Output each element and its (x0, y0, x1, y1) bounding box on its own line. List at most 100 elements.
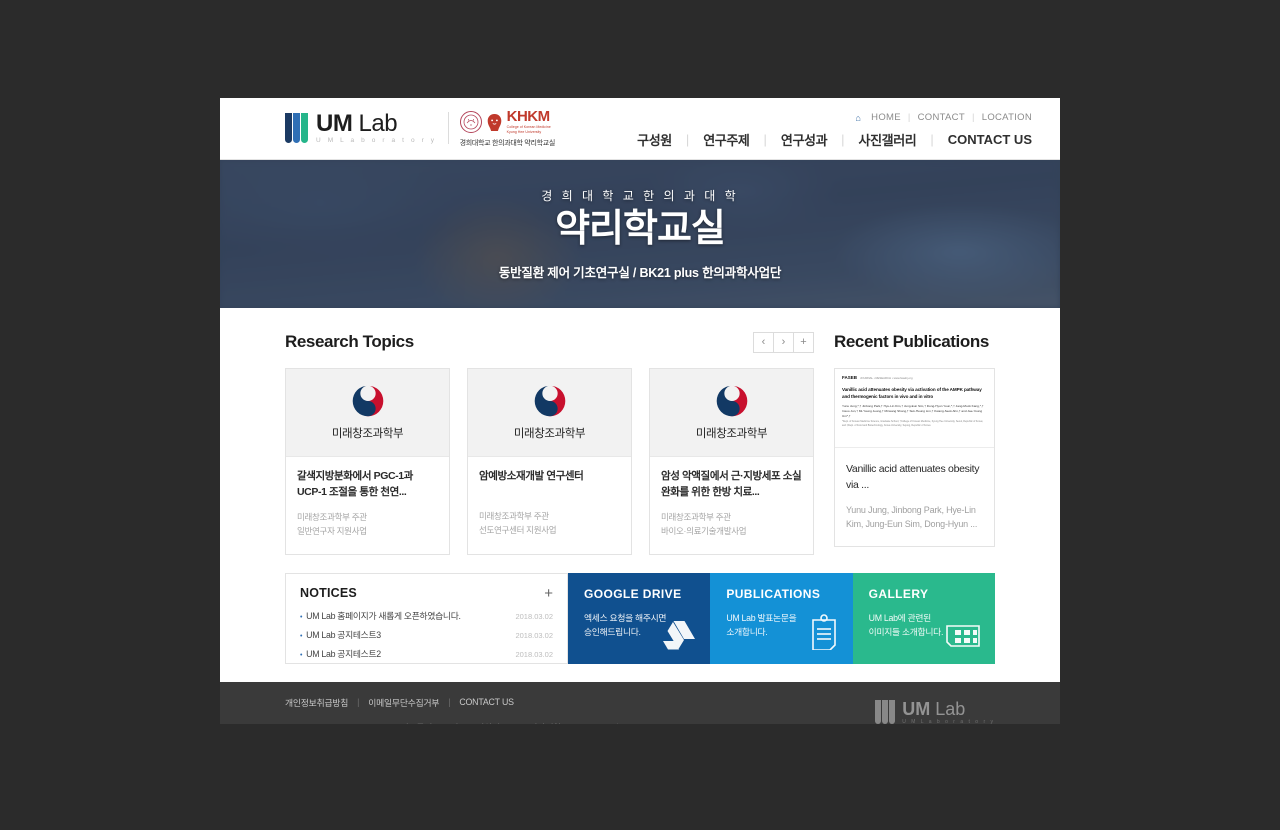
footer-separator: | (448, 697, 451, 708)
bullet-icon: • (300, 613, 303, 621)
notice-text: UM Lab 홈페이지가 새롭게 오픈하였습니다. (306, 610, 461, 621)
topic-title: 암성 악액질에서 근·지방세포 소실 완화를 위한 한방 치료... (661, 470, 802, 498)
panel-title: GALLERY (868, 586, 929, 601)
home-icon: ⌂ (855, 112, 862, 123)
main-content: Research Topics ‹ › + 미래창조과학부 갈색지방분화에서 P… (220, 308, 1060, 555)
notice-text: UM Lab 공지테스트3 (306, 629, 381, 640)
google-drive-icon (663, 620, 696, 650)
carousel-controls: ‹ › + (753, 331, 814, 353)
topic-thumb-label: 미래창조과학부 (695, 428, 768, 440)
nav-item-photo-gallery[interactable]: 사진갤러리 (859, 130, 917, 149)
footer-logo-light: Lab (935, 698, 966, 719)
document-icon (811, 613, 836, 650)
nav-item-contact-us[interactable]: CONTACT US (948, 132, 1032, 147)
hero-banner: 경 희 대 학 교 한 의 과 대 학 약리학교실 동반질환 제어 기초연구실 … (220, 160, 1060, 308)
topic-thumbnail: 미래창조과학부 (286, 369, 449, 457)
recent-publications-section: Recent Publications FASEB JOURNAL • RESE… (834, 330, 995, 555)
footer-logo-icon (875, 700, 896, 724)
notices-title: NOTICES (300, 586, 357, 601)
nav-separator: | (841, 132, 845, 147)
topic-title: 갈색지방분화에서 PGC-1과 UCP-1 조절을 통한 천연... (297, 470, 413, 498)
nav-item-research-results[interactable]: 연구성과 (781, 130, 828, 149)
footer-tel: Tel : 02-961-2297 (660, 723, 728, 724)
government-emblem-icon (534, 385, 565, 417)
notices-more-button[interactable]: + (544, 586, 553, 601)
gallery-grid-icon (946, 624, 980, 647)
nav-separator: | (907, 112, 911, 123)
topic-meta: 미래창조과학부 주관 바이오·의료기술개발사업 (661, 510, 802, 538)
site-header: UM Lab U M L a b o r a t o r y KHKM Coll… (220, 98, 1060, 160)
publication-authors: Yunu Jung, Jinbong Park, Hye-Lin Kim, Ju… (846, 504, 978, 529)
khkm-korean-name: 경희대학교 한의과대학 약리학교실 (459, 139, 556, 147)
topic-meta-line2: 일반연구자 지원사업 (297, 525, 367, 536)
bullet-icon: • (300, 651, 303, 659)
topic-thumb-label: 미래창조과학부 (513, 428, 586, 440)
topic-thumbnail: 미래창조과학부 (650, 369, 813, 457)
util-nav-item-home[interactable]: HOME (871, 112, 901, 123)
research-topic-card[interactable]: 미래창조과학부 암예방소재개발 연구센터 미래창조과학부 주관 선도연구센터 지… (467, 368, 632, 555)
site-footer: 개인정보취급방침 | 이메일무단수집거부 | CONTACT US UM Lab… (220, 681, 1060, 724)
notice-item[interactable]: • UM Lab 공지테스트3 2018.03.02 (300, 628, 553, 641)
research-topic-card[interactable]: 미래창조과학부 갈색지방분화에서 PGC-1과 UCP-1 조절을 통한 천연.… (285, 368, 450, 555)
util-nav-item-contact[interactable]: CONTACT (918, 112, 965, 123)
nav-separator: | (971, 112, 975, 123)
topic-meta-line2: 바이오·의료기술개발사업 (661, 525, 747, 536)
footer-link-privacy[interactable]: 개인정보취급방침 (285, 696, 348, 709)
publication-card[interactable]: FASEB JOURNAL • RESEARCH • www.fasebj.or… (834, 368, 995, 548)
university-seal-icon (459, 111, 482, 134)
publications-panel[interactable]: PUBLICATIONS UM Lab 발표논문을 소개합니다. (710, 572, 853, 664)
paper-affiliation-thumb: *Dept. of Korean Medicine Science, Gradu… (842, 420, 983, 427)
gallery-panel[interactable]: GALLERY UM Lab에 관련된 이미지들 소개합니다. (852, 572, 995, 664)
footer-logo: UM Lab U M L a b o r a t o r y (875, 700, 995, 724)
footer-link-email-policy[interactable]: 이메일무단수집거부 (368, 696, 439, 709)
bottom-panels: NOTICES + • UM Lab 홈페이지가 새롭게 오픈하였습니다. 201… (285, 572, 995, 664)
panel-title: PUBLICATIONS (726, 586, 821, 601)
site-logo[interactable]: UM Lab U M L a b o r a t o r y KHKM Coll… (285, 109, 555, 147)
panel-title: GOOGLE DRIVE (584, 586, 682, 601)
notice-date: 2018.03.02 (515, 649, 553, 659)
topic-title: 암예방소재개발 연구센터 (479, 470, 584, 482)
hero-title: 약리학교실 (555, 207, 726, 250)
topic-meta-line2: 선도연구센터 지원사업 (479, 525, 557, 536)
research-topics-title: Research Topics (285, 332, 414, 351)
topic-meta-line1: 미래창조과학부 주관 (661, 511, 731, 522)
carousel-next-button[interactable]: › (773, 331, 794, 353)
nav-separator: | (763, 132, 767, 147)
nav-separator: | (930, 132, 934, 147)
logo-main-bold: UM (316, 109, 353, 137)
util-nav-item-location[interactable]: LOCATION (982, 112, 1032, 123)
khkm-wordmark: KHKM (506, 108, 551, 125)
khkm-logo: KHKM College of Korean Medicine Kyung Hee… (459, 108, 556, 147)
notice-item[interactable]: • UM Lab 홈페이지가 새롭게 오픈하였습니다. 2018.03.02 (300, 609, 553, 622)
website-page: UM Lab U M L a b o r a t o r y KHKM Coll… (220, 98, 1060, 724)
notice-date: 2018.03.02 (515, 611, 553, 621)
paper-title-thumb: Vanillic acid attenuates obesity via act… (842, 387, 982, 399)
research-topic-card[interactable]: 미래창조과학부 암성 악액질에서 근·지방세포 소실 완화를 위한 한방 치료.… (649, 368, 814, 555)
journal-name: FASEB (842, 375, 858, 380)
footer-separator: | (357, 697, 360, 708)
notice-item[interactable]: • UM Lab 공지테스트2 2018.03.02 (300, 647, 553, 660)
footer-logo-bold: UM (902, 698, 931, 719)
journal-meta: JOURNAL • RESEARCH • www.fasebj.org (860, 375, 913, 380)
main-nav: 구성원 | 연구주제 | 연구성과 | 사진갤러리 | CONTACT US (637, 130, 1032, 149)
footer-brand: UM Laboratory (285, 723, 352, 724)
topic-meta: 미래창조과학부 주관 선도연구센터 지원사업 (479, 509, 620, 537)
logo-subtitle: U M L a b o r a t o r y (316, 136, 437, 144)
footer-address: 주소 : 서울특별시 동대문구 경희대로 26 한의과대학 space 21 6… (378, 721, 622, 724)
notice-date: 2018.03.02 (515, 630, 553, 640)
logo-main-light: Lab (358, 109, 398, 137)
bullet-icon: • (300, 632, 303, 640)
hero-subtitle-top: 경 희 대 학 교 한 의 과 대 학 (541, 188, 739, 203)
notices-panel: NOTICES + • UM Lab 홈페이지가 새롭게 오픈하였습니다. 201… (285, 572, 568, 664)
government-emblem-icon (352, 385, 383, 417)
nav-item-research-topics[interactable]: 연구주제 (703, 130, 750, 149)
research-more-button[interactable]: + (793, 331, 814, 353)
nav-item-members[interactable]: 구성원 (637, 130, 672, 149)
logo-text: UM Lab U M L a b o r a t o r y (316, 109, 437, 145)
paper-authors-thumb: Yunu Jung,*,† Jinbong Park,† Hye-Lin Kim… (842, 404, 984, 418)
google-drive-panel[interactable]: GOOGLE DRIVE 엑세스 요청을 해주시면 승인해드립니다. (568, 572, 711, 664)
carousel-prev-button[interactable]: ‹ (753, 331, 774, 353)
publication-title: Vanillic acid attenuates obesity via ... (846, 463, 980, 492)
footer-logo-sub: U M L a b o r a t o r y (902, 718, 995, 724)
footer-link-contact-us[interactable]: CONTACT US (459, 697, 514, 707)
